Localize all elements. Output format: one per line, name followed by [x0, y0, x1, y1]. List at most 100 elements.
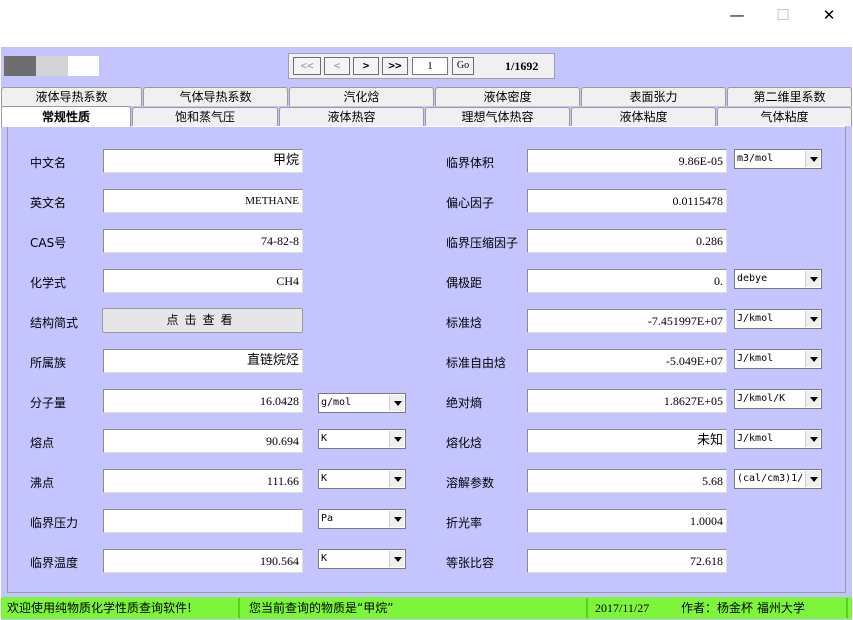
mp-label: 熔点 [30, 436, 55, 450]
parachor-label: 等张比容 [446, 556, 495, 570]
hfus-field[interactable]: 未知 [527, 429, 727, 453]
page-number-input[interactable]: 1 [412, 57, 448, 75]
status-date: 2017/11/27 [595, 601, 650, 615]
mp-unit-select[interactable]: K [318, 429, 406, 449]
chevron-down-icon[interactable] [805, 151, 820, 167]
vc-unit-value: m3/mol [737, 153, 774, 164]
formula-label: 化学式 [30, 276, 67, 290]
cn-name-field[interactable]: 甲烷 [103, 149, 303, 173]
tab-liquid-thermal-conductivity[interactable]: 液体导热系数 [1, 87, 142, 106]
vc-field[interactable]: 9.86E-05 [527, 149, 727, 173]
tc-field[interactable]: 190.564 [103, 549, 303, 573]
mp-field[interactable]: 90.694 [103, 429, 303, 453]
tab-general-properties[interactable]: 常规性质 [1, 106, 131, 127]
vc-unit-select[interactable]: m3/mol [734, 149, 822, 169]
next-record-button[interactable]: > [353, 57, 379, 75]
dipole-unit-value: debye [737, 273, 768, 284]
zc-label: 临界压缩因子 [446, 236, 519, 250]
prev-record-button[interactable]: < [324, 57, 350, 75]
sol-unit-select[interactable]: (cal/cm3)1/ [734, 469, 822, 489]
minimize-button[interactable]: — [714, 4, 760, 26]
formula-field[interactable]: CH4 [103, 269, 303, 293]
zc-field[interactable]: 0.286 [527, 229, 727, 253]
family-field[interactable]: 直链烷烃 [103, 349, 303, 373]
sol-field[interactable]: 5.68 [527, 469, 727, 493]
mw-unit-select[interactable]: g/mol [318, 393, 406, 413]
tc-unit-select[interactable]: K [318, 549, 406, 569]
gf-label: 标准自由焓 [446, 356, 507, 370]
ri-field[interactable]: 1.0004 [527, 509, 727, 533]
chevron-down-icon[interactable] [389, 511, 404, 527]
progress-bar [4, 56, 99, 76]
bp-label: 沸点 [30, 476, 55, 490]
bp-field[interactable]: 111.66 [103, 469, 303, 493]
tab-enthalpy-of-vaporization[interactable]: 汽化焓 [289, 87, 434, 106]
chevron-down-icon[interactable] [805, 351, 820, 367]
close-button[interactable]: ✕ [806, 4, 852, 26]
pc-label: 临界压力 [30, 516, 79, 530]
status-author: 作者：杨金杯 福州大学 [681, 601, 805, 615]
structure-label: 结构简式 [30, 316, 79, 330]
status-current-substance: 您当前查询的物质是“甲烷” [249, 601, 394, 615]
first-record-button[interactable]: << [293, 57, 321, 75]
tab-ideal-gas-heat-capacity[interactable]: 理想气体热容 [425, 107, 570, 126]
mw-label: 分子量 [30, 396, 67, 410]
pc-field[interactable] [103, 509, 303, 533]
s-label: 绝对熵 [446, 396, 483, 410]
mp-unit-value: K [321, 433, 328, 444]
sol-unit-value: (cal/cm3)1/ [737, 473, 804, 484]
parachor-field[interactable]: 72.618 [527, 549, 727, 573]
hf-field[interactable]: -7.451997E+07 [527, 309, 727, 333]
hfus-unit-select[interactable]: J/kmol [734, 429, 822, 449]
ri-label: 折光率 [446, 516, 483, 530]
hf-unit-value: J/kmol [737, 313, 774, 324]
bp-unit-select[interactable]: K [318, 469, 406, 489]
chevron-down-icon[interactable] [805, 471, 820, 487]
cas-field[interactable]: 74-82-8 [103, 229, 303, 253]
chevron-down-icon[interactable] [805, 431, 820, 447]
cas-label: CAS号 [30, 236, 67, 250]
vc-label: 临界体积 [446, 156, 495, 170]
tab-liquid-viscosity[interactable]: 液体粘度 [571, 107, 716, 126]
omega-label: 偏心因子 [446, 196, 495, 210]
chevron-down-icon[interactable] [389, 431, 404, 447]
page-info: 1/1692 [505, 59, 539, 73]
progress-partial [36, 56, 68, 76]
en-name-field[interactable]: METHANE [103, 189, 303, 213]
pc-unit-select[interactable]: Pa [318, 509, 406, 529]
s-unit-select[interactable]: J/kmol/K [734, 389, 822, 409]
view-structure-button[interactable]: 点击查看 [102, 308, 303, 333]
dipole-unit-select[interactable]: debye [734, 269, 822, 289]
tc-unit-value: K [321, 553, 328, 564]
chevron-down-icon[interactable] [389, 551, 404, 567]
tab-gas-thermal-conductivity[interactable]: 气体导热系数 [143, 87, 288, 106]
sol-label: 溶解参数 [446, 476, 495, 490]
tab-gas-viscosity[interactable]: 气体粘度 [717, 107, 852, 126]
status-divider [586, 598, 588, 618]
chevron-down-icon[interactable] [805, 391, 820, 407]
omega-field[interactable]: 0.0115478 [527, 189, 727, 213]
hfus-unit-value: J/kmol [737, 433, 774, 444]
go-button[interactable]: Go [452, 57, 474, 75]
dipole-label: 偶极距 [446, 276, 483, 290]
chevron-down-icon[interactable] [805, 311, 820, 327]
gf-unit-select[interactable]: J/kmol [734, 349, 822, 369]
tab-second-virial-coefficient[interactable]: 第二维里系数 [727, 87, 852, 106]
maximize-button[interactable]: ☐ [760, 4, 806, 26]
tab-liquid-heat-capacity[interactable]: 液体热容 [279, 107, 424, 126]
chevron-down-icon[interactable] [389, 395, 404, 411]
bp-unit-value: K [321, 473, 328, 484]
gf-field[interactable]: -5.049E+07 [527, 349, 727, 373]
chevron-down-icon[interactable] [805, 271, 820, 287]
tab-saturated-vapor-pressure[interactable]: 饱和蒸气压 [132, 107, 278, 126]
chevron-down-icon[interactable] [389, 471, 404, 487]
mw-field[interactable]: 16.0428 [103, 389, 303, 413]
status-divider [238, 598, 240, 618]
tab-liquid-density[interactable]: 液体密度 [435, 87, 580, 106]
last-record-button[interactable]: >> [382, 57, 408, 75]
pc-unit-value: Pa [321, 513, 334, 524]
s-field[interactable]: 1.8627E+05 [527, 389, 727, 413]
dipole-field[interactable]: 0. [527, 269, 727, 293]
hf-unit-select[interactable]: J/kmol [734, 309, 822, 329]
tab-surface-tension[interactable]: 表面张力 [581, 87, 726, 106]
